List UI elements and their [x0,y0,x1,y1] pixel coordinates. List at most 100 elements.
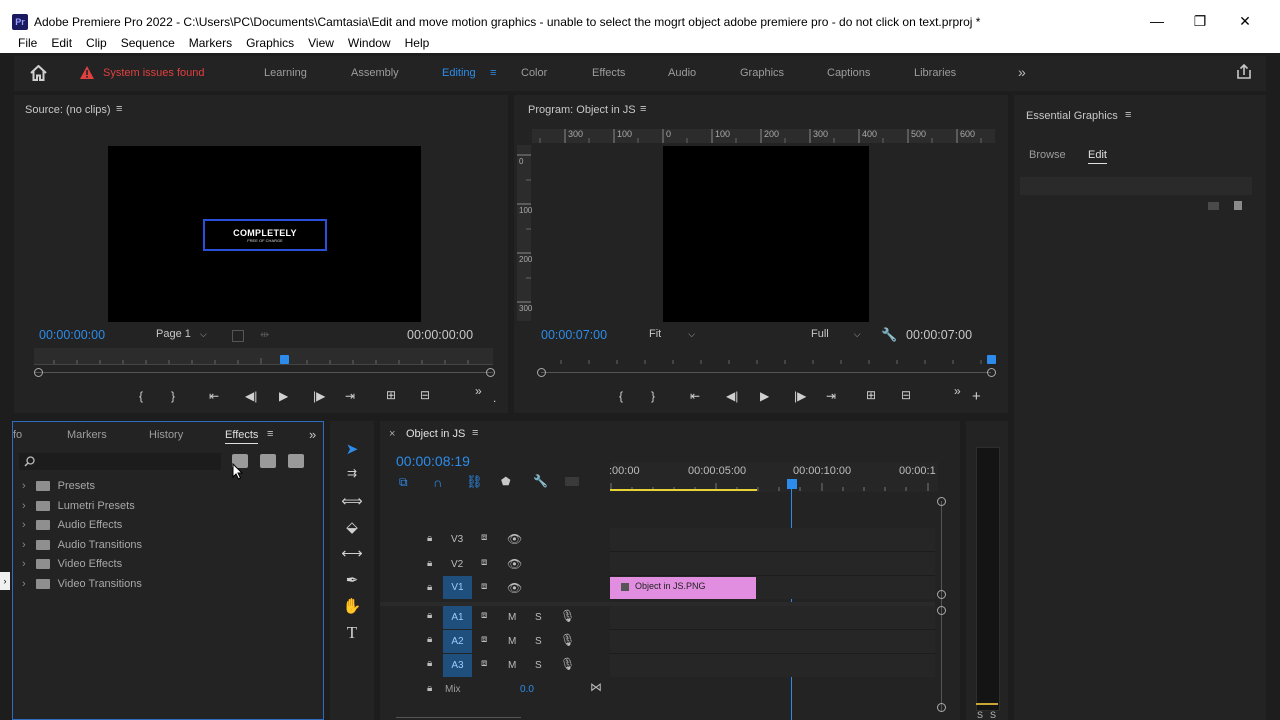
go-to-in-icon[interactable]: ⇤ [690,389,700,403]
mute-button[interactable]: M [508,612,516,623]
menu-edit[interactable]: Edit [51,34,72,53]
zoom-handle[interactable] [937,606,946,615]
close-button[interactable]: ✕ [1225,10,1265,32]
tree-item-presets[interactable]: › Presets [22,480,95,492]
tab-history[interactable]: History [149,429,183,441]
timeline-playhead-handle[interactable] [787,479,797,489]
timeline-timecode[interactable]: 00:00:08:19 [396,453,470,469]
track-lane-v2[interactable] [610,552,935,576]
menu-sequence[interactable]: Sequence [121,34,175,53]
track-select-tool-icon[interactable]: ⇉ [341,466,363,480]
sync-lock-icon[interactable]: ⧈ [481,634,487,645]
lift-icon[interactable]: ⊞ [866,388,876,402]
source-zoom-handle-right[interactable] [486,368,495,377]
mute-button[interactable]: M [508,636,516,647]
solo-left-button[interactable]: S [977,710,983,720]
solo-button[interactable]: S [535,660,542,671]
type-tool-icon[interactable]: T [341,623,363,643]
menu-graphics[interactable]: Graphics [246,34,294,53]
solo-button[interactable]: S [535,612,542,623]
essential-graphics-menu-icon[interactable]: ≡ [1125,109,1131,121]
tab-learning[interactable]: Learning [264,67,307,79]
tab-edit[interactable]: Edit [1088,149,1107,164]
horizontal-scrollbar[interactable] [396,717,521,718]
zoom-handle[interactable] [937,703,946,712]
insert-clip-icon[interactable]: ⊞ [386,388,396,402]
nest-icon[interactable]: ⧉ [399,475,408,490]
eye-icon[interactable]: 👁︎ [507,581,522,595]
share-icon[interactable] [1236,64,1252,80]
menu-clip[interactable]: Clip [86,34,107,53]
track-lane-a2[interactable] [610,630,935,654]
tree-item-audio-transitions[interactable]: › Audio Transitions [22,539,142,551]
program-panel-menu-icon[interactable]: ≡ [640,103,646,115]
overwrite-clip-icon[interactable]: ⊟ [420,388,430,402]
go-to-in-icon[interactable]: ⇤ [209,389,219,403]
sync-lock-icon[interactable]: ⧈ [481,581,487,592]
program-timecode[interactable]: 00:00:07:00 [541,328,607,342]
system-issues-link[interactable]: System issues found [103,67,205,79]
step-back-icon[interactable]: ◀| [726,389,738,403]
lock-icon[interactable]: 🔒︎ [427,634,432,645]
source-in-timecode[interactable]: 00:00:00:00 [39,328,105,342]
tab-effects-panel[interactable]: Effects [225,429,259,444]
sync-lock-icon[interactable]: ⧈ [481,532,487,543]
menu-window[interactable]: Window [348,34,391,53]
linked-selection-icon[interactable]: ⛓ [466,474,483,490]
menu-view[interactable]: View [308,34,334,53]
expand-arrow-icon[interactable]: › [0,572,10,590]
lock-icon[interactable]: 🔒︎ [427,610,432,621]
lock-icon[interactable]: 🔒︎ [427,558,432,569]
play-icon[interactable]: ▶ [760,389,769,403]
source-panel-menu-icon[interactable]: ≡ [116,103,122,115]
step-forward-icon[interactable]: |▶ [794,389,806,403]
microphone-icon[interactable]: 🎙︎ [560,657,575,671]
editing-menu-icon[interactable]: ≡ [490,67,496,79]
layers-list[interactable] [1020,177,1252,195]
selection-tool-icon[interactable]: ➤ [341,440,363,458]
menu-file[interactable]: File [18,34,37,53]
program-monitor-title[interactable]: Program: Object in JS [528,104,636,116]
sync-lock-icon[interactable]: ⧈ [481,557,487,568]
home-icon[interactable] [30,65,47,81]
track-lane-v3[interactable] [610,528,935,552]
restore-button[interactable]: ❐ [1180,10,1220,32]
pen-tool-icon[interactable]: ✒ [341,571,363,589]
go-to-out-icon[interactable]: ⇥ [826,389,836,403]
tab-graphics[interactable]: Graphics [740,67,784,79]
essential-graphics-title[interactable]: Essential Graphics [1026,110,1118,122]
mark-out-icon[interactable]: } [171,389,175,403]
source-monitor-title[interactable]: Source: (no clips) [25,104,111,116]
sync-lock-icon[interactable]: ⧈ [481,658,487,669]
mix-value[interactable]: 0.0 [520,684,534,695]
go-to-out-icon[interactable]: ⇥ [345,389,355,403]
program-zoom-handle-right[interactable] [987,368,996,377]
zoom-handle[interactable] [937,590,946,599]
source-zoom-handle-left[interactable] [34,368,43,377]
menu-markers[interactable]: Markers [189,34,232,53]
fit-dropdown[interactable]: Fit ⌵ [649,328,705,343]
timeline-settings-icon[interactable]: 🔧 [533,474,548,488]
lock-icon[interactable]: 🔒︎ [427,658,432,669]
captions-icon[interactable] [565,477,579,486]
mark-out-icon[interactable]: } [651,389,655,403]
eye-icon[interactable]: 👁︎ [507,532,522,546]
tab-markers[interactable]: Markers [67,429,107,441]
tree-item-audio-effects[interactable]: › Audio Effects [22,519,122,531]
mark-in-icon[interactable]: { [619,389,623,403]
tab-browse[interactable]: Browse [1029,149,1066,161]
tree-item-video-effects[interactable]: › Video Effects [22,558,122,570]
quality-dropdown[interactable]: Full ⌵ [811,328,867,343]
slip-tool-icon[interactable]: ⟷ [341,544,363,562]
timeline-clip[interactable]: Object in JS.PNG [610,577,756,599]
step-forward-icon[interactable]: |▶ [313,389,325,403]
razor-tool-icon[interactable]: ⬙ [341,518,363,536]
microphone-icon[interactable]: 🎙︎ [560,609,575,623]
program-zoom-handle-left[interactable] [537,368,546,377]
extract-icon[interactable]: ⊟ [901,388,911,402]
yuv-effects-icon[interactable] [288,454,304,468]
tab-info[interactable]: fo [13,429,22,441]
microphone-icon[interactable]: 🎙︎ [560,633,575,647]
ripple-edit-tool-icon[interactable]: ⟺ [341,492,363,510]
tab-audio[interactable]: Audio [668,67,696,79]
